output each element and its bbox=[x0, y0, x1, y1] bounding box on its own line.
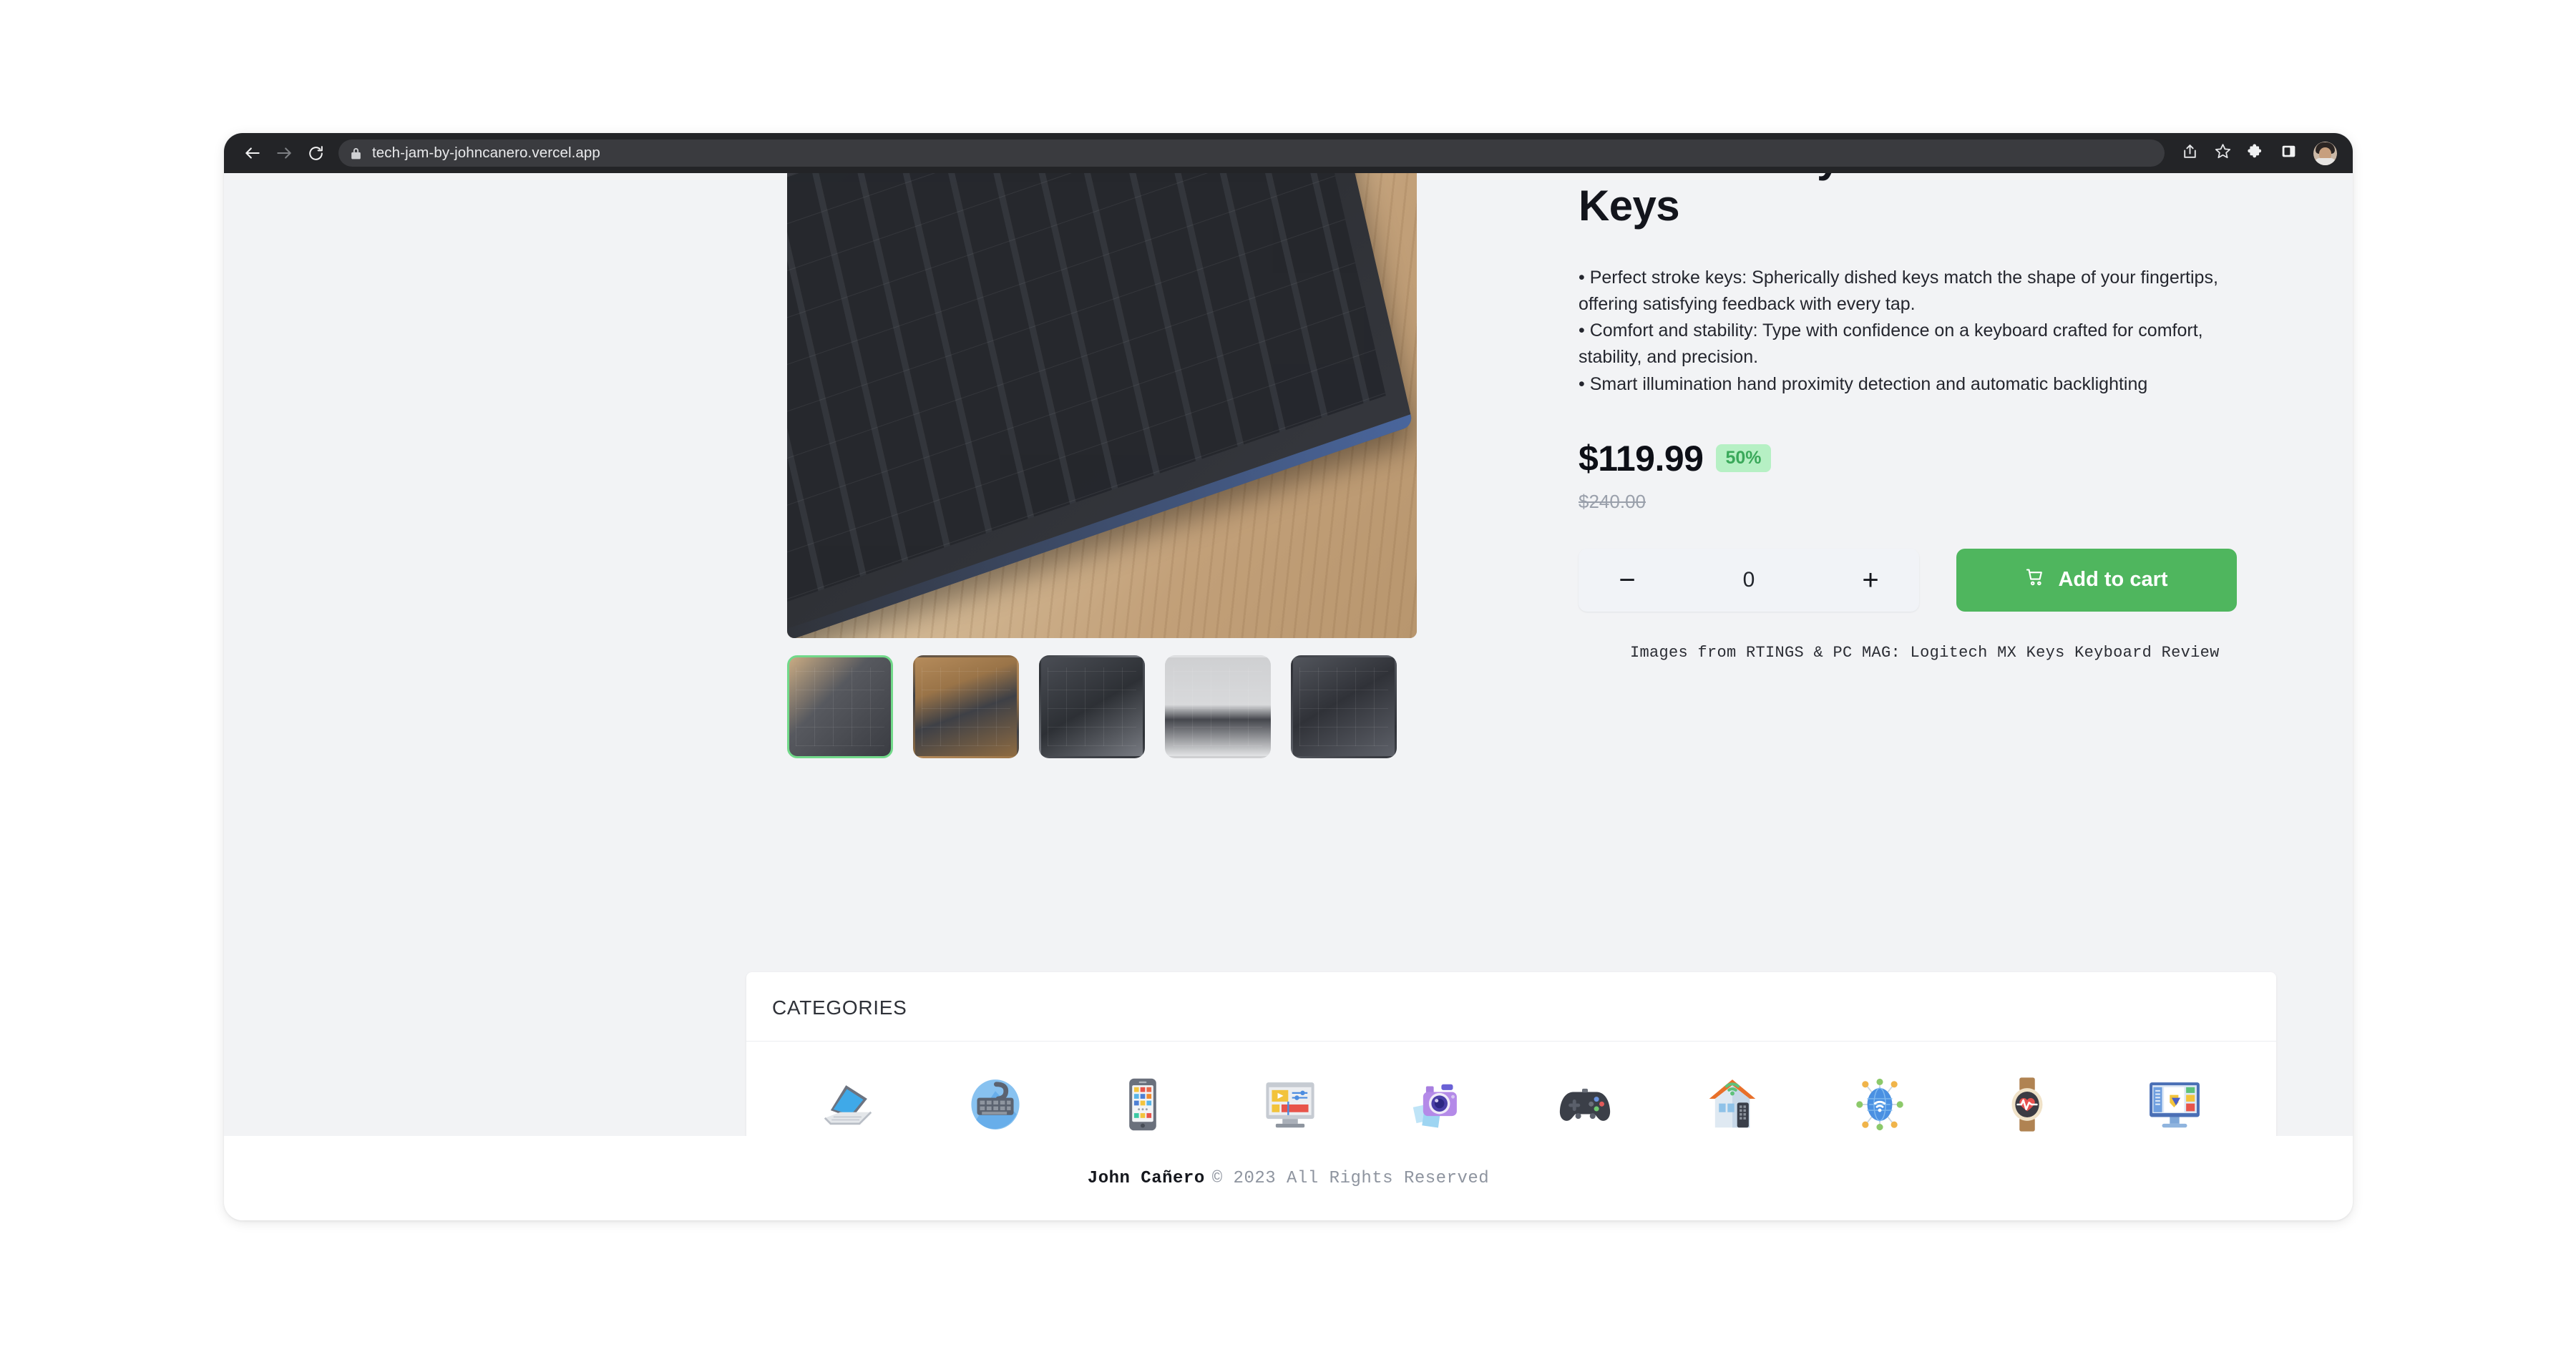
thumbnail-texture bbox=[795, 667, 885, 747]
thumbnail-1[interactable] bbox=[787, 655, 893, 758]
footer-author-name: John Cañero bbox=[1087, 1168, 1205, 1188]
share-icon bbox=[2181, 142, 2199, 164]
description-bullet-1: • Perfect stroke keys: Spherically dishe… bbox=[1579, 267, 2218, 314]
thumbnail-2[interactable] bbox=[913, 655, 1019, 758]
thumbnail-5[interactable] bbox=[1291, 655, 1397, 758]
software-monitor-icon bbox=[2140, 1070, 2209, 1139]
url-text: tech-jam-by-johncanero.vercel.app bbox=[372, 144, 600, 161]
add-to-cart-button[interactable]: Add to cart bbox=[1956, 548, 2237, 612]
description-bullet-3: • Smart illumination hand proximity dete… bbox=[1579, 373, 2148, 394]
price-row: $119.99 50% bbox=[1579, 438, 2237, 479]
product-info: Wireless Keyboard with Backlit Keys • Pe… bbox=[1579, 173, 2237, 662]
puzzle-piece-icon bbox=[2247, 142, 2265, 164]
page-footer: John Cañero © 2023 All Rights Reserved bbox=[224, 1136, 2353, 1220]
add-to-cart-label: Add to cart bbox=[2058, 568, 2168, 592]
product-title: Wireless Keyboard with Backlit Keys bbox=[1579, 173, 2202, 230]
smartwatch-icon bbox=[1993, 1070, 2062, 1139]
original-price: $240.00 bbox=[1579, 490, 1646, 512]
side-panel-icon bbox=[2280, 142, 2298, 164]
image-attribution: Images from RTINGS & PC MAG: Logitech MX… bbox=[1630, 643, 2220, 662]
decrement-button[interactable]: − bbox=[1609, 562, 1646, 599]
product-description: • Perfect stroke keys: Spherically dishe… bbox=[1579, 265, 2237, 398]
increment-button[interactable]: + bbox=[1852, 562, 1889, 599]
lock-icon bbox=[350, 147, 362, 160]
monitor-video-icon bbox=[1256, 1070, 1324, 1139]
bookmark-button[interactable] bbox=[2207, 138, 2238, 168]
thumbnail-texture bbox=[1047, 667, 1137, 747]
footer-rights-text: © 2023 All Rights Reserved bbox=[1211, 1168, 1490, 1188]
browser-window: tech-jam-by-johncanero.vercel.app Keys •… bbox=[224, 133, 2353, 1220]
extensions-button[interactable] bbox=[2240, 138, 2270, 168]
description-bullet-2: • Comfort and stability: Type with confi… bbox=[1579, 320, 2203, 368]
thumbnail-texture bbox=[921, 667, 1011, 747]
thumbnail-3[interactable] bbox=[1039, 655, 1145, 758]
smartphone-icon bbox=[1108, 1070, 1177, 1139]
gamepad-icon bbox=[1551, 1070, 1619, 1139]
quantity-value[interactable]: 0 bbox=[1743, 568, 1755, 592]
browser-toolbar: tech-jam-by-johncanero.vercel.app bbox=[224, 133, 2353, 173]
camera-icon bbox=[1403, 1070, 1472, 1139]
current-price: $119.99 bbox=[1579, 438, 1704, 479]
back-button[interactable] bbox=[237, 137, 268, 169]
network-globe-icon bbox=[1845, 1070, 1914, 1139]
product-main-image[interactable] bbox=[787, 173, 1417, 638]
smart-home-icon bbox=[1698, 1070, 1767, 1139]
side-panel-button[interactable] bbox=[2273, 138, 2303, 168]
laptop-icon bbox=[814, 1070, 882, 1139]
reload-button[interactable] bbox=[300, 137, 331, 169]
thumbnail-4[interactable] bbox=[1165, 655, 1271, 758]
discount-badge: 50% bbox=[1716, 444, 1771, 473]
star-icon bbox=[2214, 142, 2232, 164]
thumbnail-texture bbox=[1299, 667, 1389, 747]
forward-button[interactable] bbox=[268, 137, 300, 169]
quantity-stepper: − 0 + bbox=[1579, 548, 1919, 612]
reload-icon bbox=[307, 144, 325, 162]
forward-arrow-icon bbox=[275, 144, 293, 162]
shopping-cart-icon bbox=[2025, 567, 2045, 593]
toolbar-actions bbox=[2175, 138, 2337, 168]
profile-avatar[interactable] bbox=[2313, 141, 2337, 165]
share-button[interactable] bbox=[2175, 138, 2205, 168]
purchase-actions: − 0 + Add to cart bbox=[1579, 548, 2237, 612]
thumbnail-strip bbox=[787, 655, 1417, 758]
product-gallery bbox=[787, 173, 1417, 758]
page-viewport: Wireless Keyboard with Backlit Keys • Pe… bbox=[224, 173, 2353, 1220]
avatar-shirt bbox=[2314, 157, 2336, 165]
back-arrow-icon bbox=[243, 144, 262, 162]
keyboard-icon bbox=[961, 1070, 1030, 1139]
thumbnail-texture bbox=[1173, 667, 1263, 747]
categories-header: CATEGORIES bbox=[746, 972, 2276, 1042]
address-bar[interactable]: tech-jam-by-johncanero.vercel.app bbox=[338, 139, 2165, 167]
